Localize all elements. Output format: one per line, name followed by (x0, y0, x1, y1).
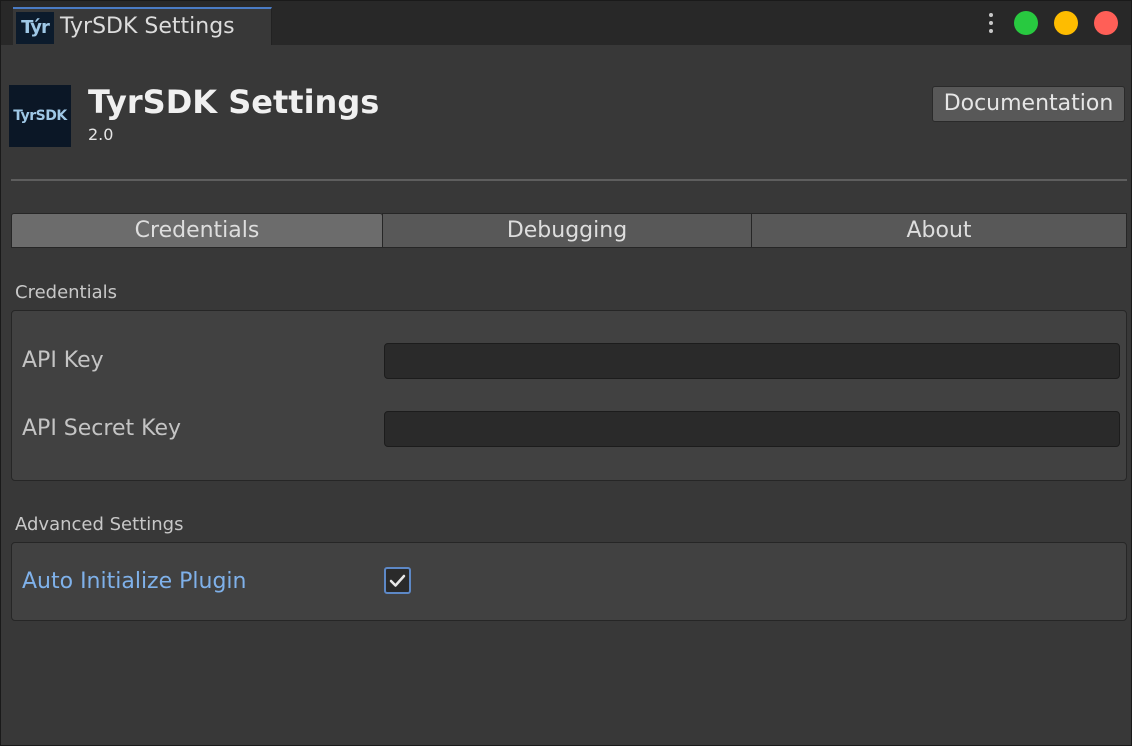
window-controls (971, 1, 1131, 45)
tab-debugging[interactable]: Debugging (382, 213, 752, 248)
minimize-button[interactable] (1054, 11, 1078, 35)
api-secret-key-input[interactable] (384, 411, 1120, 447)
settings-window: Týr TyrSDK Settings TyrSDK TyrSDK Settin… (0, 0, 1132, 746)
maximize-button[interactable] (1014, 11, 1038, 35)
tab-bar: Credentials Debugging About (11, 213, 1127, 248)
advanced-panel: Auto Initialize Plugin (11, 542, 1127, 621)
title-bar: Týr TyrSDK Settings (1, 1, 1131, 45)
kebab-icon[interactable] (988, 13, 994, 35)
window-tab-title: TyrSDK Settings (60, 14, 235, 39)
tab-about[interactable]: About (751, 213, 1127, 248)
auto-initialize-checkbox[interactable] (384, 567, 411, 594)
tyrsdk-logo: TyrSDK (9, 85, 71, 147)
header-divider (11, 179, 1127, 181)
tyr-logo-icon: Týr (16, 12, 54, 44)
api-secret-key-label: API Secret Key (22, 416, 181, 441)
api-key-label: API Key (22, 348, 104, 373)
documentation-button[interactable]: Documentation (932, 86, 1125, 122)
advanced-section-label: Advanced Settings (15, 514, 184, 535)
window-tab[interactable]: Týr TyrSDK Settings (13, 7, 272, 45)
api-key-input[interactable] (384, 343, 1120, 379)
credentials-section-label: Credentials (15, 282, 118, 303)
page-title: TyrSDK Settings (88, 83, 380, 121)
version-label: 2.0 (88, 125, 114, 144)
close-button[interactable] (1094, 11, 1118, 35)
checkmark-icon (389, 574, 406, 587)
credentials-panel: API Key API Secret Key (11, 310, 1127, 481)
auto-initialize-label: Auto Initialize Plugin (22, 569, 247, 594)
tab-credentials[interactable]: Credentials (11, 213, 383, 248)
